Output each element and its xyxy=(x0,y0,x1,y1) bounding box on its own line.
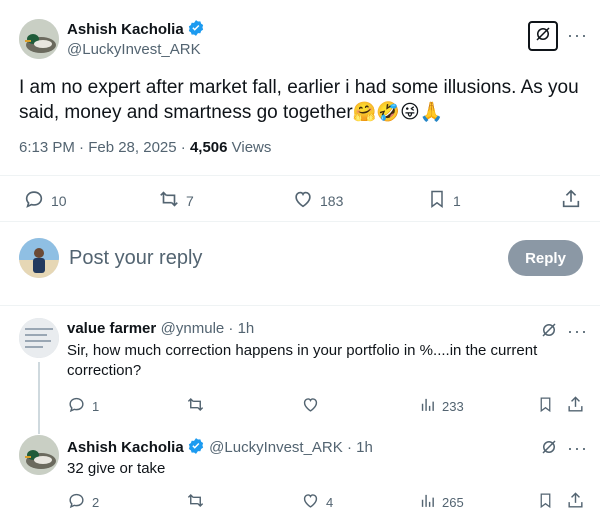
author-handle[interactable]: @LuckyInvest_ARK xyxy=(67,41,201,58)
like-action[interactable]: 183 xyxy=(292,188,343,213)
reply-count: 10 xyxy=(51,192,67,209)
reply-text: 32 give or take xyxy=(67,460,166,477)
current-user-avatar[interactable] xyxy=(19,238,59,278)
more-options-icon[interactable]: ··· xyxy=(567,322,588,340)
like-action[interactable]: 4 xyxy=(301,491,333,513)
bookmark-icon[interactable] xyxy=(537,491,554,515)
reply-author-handle[interactable]: @ynmule · 1h xyxy=(161,320,255,337)
views-count: 265 xyxy=(442,494,464,510)
bookmark-action[interactable]: 1 xyxy=(427,188,461,213)
thread-connector xyxy=(38,362,40,434)
author-name[interactable]: Ashish Kacholia xyxy=(67,21,184,38)
like-count: 4 xyxy=(326,494,334,510)
bookmark-icon xyxy=(427,188,447,213)
reply-action[interactable]: 10 xyxy=(23,188,67,213)
grok-icon[interactable] xyxy=(540,321,558,344)
heart-icon xyxy=(301,491,320,513)
reply-text-line1: Sir, how much correction happens in your… xyxy=(67,342,538,359)
grok-icon xyxy=(534,25,552,48)
reply-author-handle[interactable]: @LuckyInvest_ARK · 1h xyxy=(209,439,373,456)
analytics-icon xyxy=(419,395,436,417)
reply-action[interactable]: 2 xyxy=(67,491,99,513)
repost-count: 7 xyxy=(186,192,194,209)
grok-icon[interactable] xyxy=(540,438,558,461)
reply-avatar[interactable] xyxy=(19,318,59,358)
repost-icon xyxy=(158,188,180,213)
reply-composer-input[interactable]: Post your reply xyxy=(69,247,202,270)
reply-author-name[interactable]: value farmer xyxy=(67,320,156,337)
reply-icon xyxy=(23,188,45,213)
reply-text-line2: correction? xyxy=(67,362,142,379)
repost-action[interactable]: 7 xyxy=(158,188,194,213)
views-action[interactable]: 265 xyxy=(419,491,464,513)
tweet-timestamp[interactable]: 6:13 PM · Feb 28, 2025 · xyxy=(19,139,190,156)
reply-count: 1 xyxy=(92,398,100,414)
views-action[interactable]: 233 xyxy=(419,395,464,417)
reply-icon xyxy=(67,491,86,513)
repost-icon[interactable] xyxy=(186,395,205,419)
author-avatar[interactable] xyxy=(19,19,59,59)
verified-badge-icon xyxy=(187,19,205,42)
like-count: 183 xyxy=(320,192,344,209)
heart-icon[interactable] xyxy=(301,395,320,419)
reply-icon xyxy=(67,395,86,417)
share-icon[interactable] xyxy=(560,188,582,215)
reply-button[interactable]: Reply xyxy=(508,240,583,276)
bookmark-count: 1 xyxy=(453,192,461,209)
repost-icon[interactable] xyxy=(186,491,205,515)
reply-count: 2 xyxy=(92,494,100,510)
verified-badge-icon xyxy=(187,437,205,460)
more-options-icon[interactable]: ··· xyxy=(567,26,588,44)
views-count: 4,506 xyxy=(189,139,228,156)
bookmark-icon[interactable] xyxy=(537,395,554,419)
reply-avatar[interactable] xyxy=(19,435,59,475)
views-count: 233 xyxy=(442,398,464,414)
analytics-icon xyxy=(419,491,436,513)
views-label: Views xyxy=(227,139,272,156)
share-icon[interactable] xyxy=(566,395,585,419)
grok-button[interactable] xyxy=(528,21,558,51)
heart-icon xyxy=(292,188,314,213)
share-icon[interactable] xyxy=(566,491,585,515)
tweet-meta: 6:13 PM · Feb 28, 2025 · 4,506 Views xyxy=(19,139,271,156)
more-options-icon[interactable]: ··· xyxy=(567,439,588,457)
reply-author-name[interactable]: Ashish Kacholia xyxy=(67,439,184,456)
reply-action[interactable]: 1 xyxy=(67,395,99,417)
tweet-text: I am no expert after market fall, earlie… xyxy=(19,77,579,123)
